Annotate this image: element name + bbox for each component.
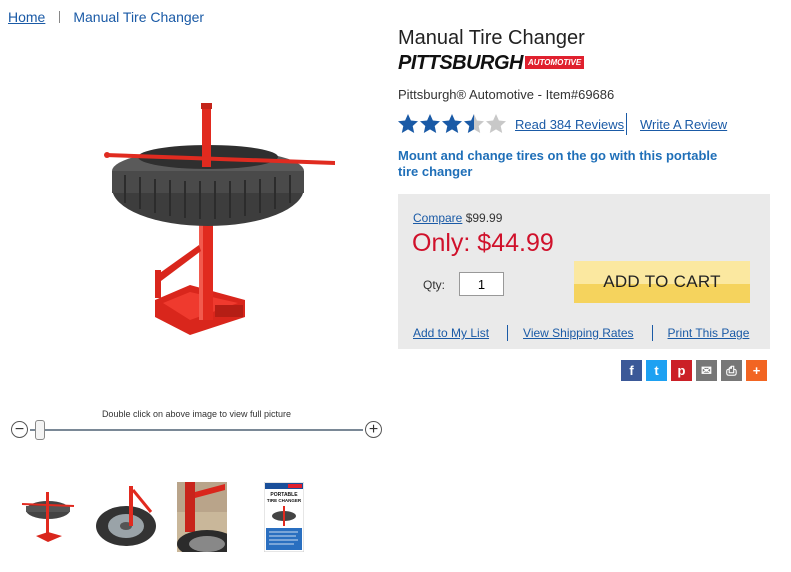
facebook-share-button[interactable]: f [621, 360, 642, 381]
thumbnail-closeup-image [177, 482, 237, 558]
print-icon: ⎙ [726, 362, 737, 378]
print-share-button[interactable]: ⎙ [721, 360, 742, 381]
pinterest-share-button[interactable]: p [671, 360, 692, 381]
breadcrumb-current: Manual Tire Changer [73, 9, 205, 25]
thumbnail-2[interactable] [91, 482, 161, 552]
star-empty-icon [486, 114, 506, 133]
thumbnail-1[interactable] [14, 482, 84, 552]
brand-logo-main: PITTSBURGH [398, 52, 524, 74]
package-title-line2: TIRE CHANGER [267, 498, 302, 503]
price-box-links: Add to My List View Shipping Rates Print… [413, 325, 749, 341]
thumbnail-3[interactable] [177, 482, 237, 558]
link-divider [507, 325, 509, 341]
compare-price-row: Compare $99.99 [413, 211, 502, 225]
breadcrumb-home-link[interactable]: Home [8, 9, 45, 25]
minus-icon: − [14, 420, 25, 438]
zoom-caption: Double click on above image to view full… [101, 409, 292, 419]
packaging-box-image: PORTABLE TIRE CHANGER [263, 481, 305, 553]
star-rating [398, 114, 506, 134]
breadcrumb-separator [59, 11, 61, 23]
link-divider [651, 325, 653, 341]
facebook-icon: f [629, 363, 634, 378]
breadcrumb: Home Manual Tire Changer [8, 9, 204, 25]
more-share-share-button[interactable]: + [746, 360, 767, 381]
quantity-label: Qty: [423, 278, 446, 292]
star-full-icon [420, 114, 440, 133]
email-share-button[interactable]: ✉ [696, 360, 717, 381]
more-share-icon: + [752, 363, 761, 378]
zoom-slider-handle[interactable] [35, 420, 45, 440]
twitter-share-button[interactable]: t [646, 360, 667, 381]
write-review-link[interactable]: Write A Review [640, 117, 727, 132]
main-product-image[interactable] [95, 95, 355, 345]
product-title: Manual Tire Changer [398, 27, 585, 49]
star-half-icon [464, 114, 484, 133]
review-links-divider [626, 113, 627, 135]
star-full-icon [398, 114, 418, 133]
compare-price: $99.99 [465, 211, 503, 225]
zoom-in-button[interactable]: + [365, 421, 382, 438]
twitter-icon: t [654, 363, 659, 378]
view-shipping-rates-link[interactable]: View Shipping Rates [523, 326, 634, 340]
print-this-page-link[interactable]: Print This Page [668, 326, 750, 340]
zoom-slider-track[interactable] [30, 429, 363, 431]
plus-icon: + [368, 420, 379, 438]
share-buttons: f t p ✉ ⎙ + [621, 360, 767, 381]
quantity-input[interactable] [459, 272, 504, 296]
pinterest-icon: p [677, 363, 686, 378]
thumbnail-4-packaging[interactable]: PORTABLE TIRE CHANGER [263, 481, 305, 553]
brand-logo-sub: AUTOMOTIVE [525, 56, 585, 69]
brand-logo: PITTSBURGH AUTOMOTIVE [398, 52, 585, 75]
star-rating-icons [398, 114, 506, 133]
zoom-out-button[interactable]: − [11, 421, 28, 438]
compare-link[interactable]: Compare [413, 211, 462, 225]
thumbnail-tire-mounted-image [91, 482, 161, 552]
thumbnail-tire-changer-image [14, 482, 84, 552]
read-reviews-link[interactable]: Read 384 Reviews [515, 117, 624, 132]
sale-price: Only: $44.99 [412, 229, 554, 257]
tire-changer-illustration [104, 103, 335, 335]
star-full-icon [442, 114, 462, 133]
product-brand-item-number: Pittsburgh® Automotive - Item#69686 [398, 87, 615, 102]
add-to-my-list-link[interactable]: Add to My List [413, 326, 489, 340]
product-tagline: Mount and change tires on the go with th… [398, 148, 718, 179]
add-to-cart-button[interactable]: ADD TO CART [574, 261, 750, 303]
email-icon: ✉ [701, 362, 712, 378]
